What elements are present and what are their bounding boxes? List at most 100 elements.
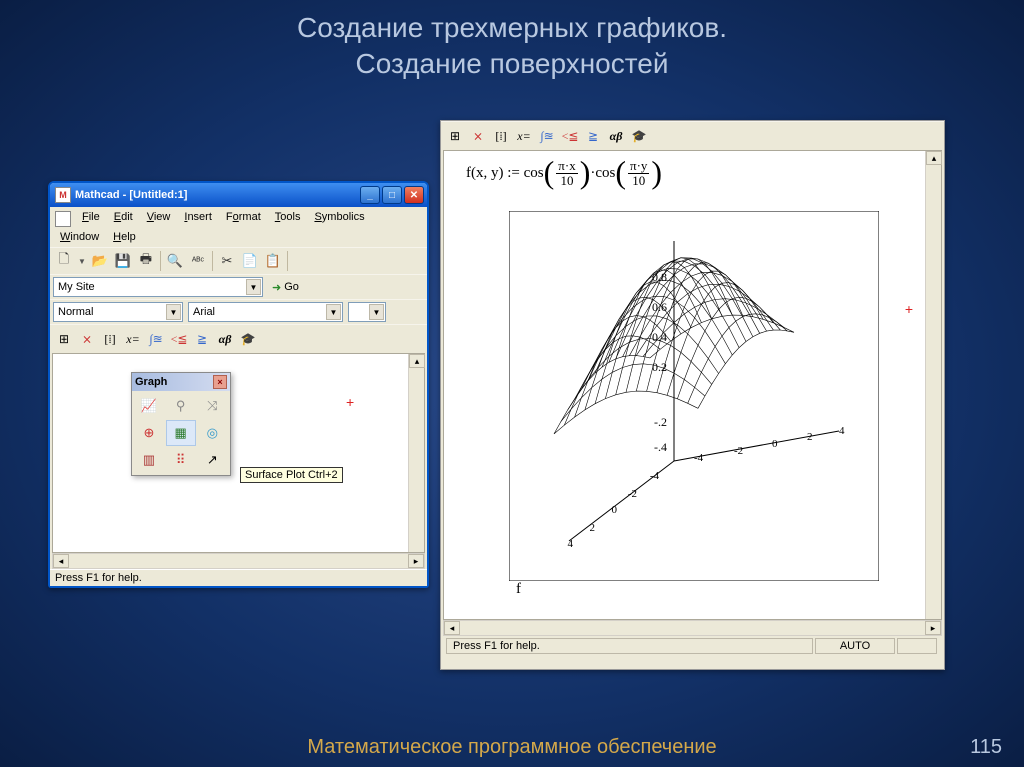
style-value: Normal	[58, 306, 93, 318]
cut-icon[interactable]: ✂	[216, 250, 238, 272]
boolean-icon[interactable]: <≦	[168, 328, 190, 350]
page-number: 115	[970, 736, 1002, 759]
window-title: Mathcad - [Untitled:1]	[75, 189, 187, 201]
paste-icon[interactable]: 📋	[262, 250, 284, 272]
close-icon[interactable]: ×	[213, 375, 227, 389]
symbolic-icon[interactable]: 🎓	[628, 125, 650, 147]
scroll-right-icon[interactable]: ▸	[408, 554, 424, 568]
style-combo[interactable]: Normal ▼	[53, 302, 183, 322]
scroll-left-icon[interactable]: ◂	[444, 621, 460, 635]
go-button[interactable]: ➜ Go	[267, 277, 304, 297]
boolean-icon[interactable]: <≦	[559, 125, 581, 147]
site-value: My Site	[58, 281, 95, 293]
surface-plot[interactable]: 0.8 0.6 0.4 0.2 -.2 -.4 -4 -2 0 2 4 -4 -…	[509, 211, 879, 581]
evaluation-icon[interactable]: x=	[122, 328, 144, 350]
math-palette-toolbar-right: ⊞ ⨯ [⁞] x= ∫≊ <≦ ≧ αβ 🎓	[441, 121, 944, 150]
menu-file[interactable]: File	[75, 209, 107, 229]
bar3d-plot-icon[interactable]: ▥	[134, 447, 164, 473]
scroll-up-icon[interactable]: ▴	[926, 151, 942, 165]
programming-icon[interactable]: ≧	[191, 328, 213, 350]
chevron-down-icon[interactable]: ▼	[326, 304, 341, 320]
svg-text:0: 0	[612, 504, 618, 516]
copy-icon[interactable]: 📄	[239, 250, 261, 272]
svg-text:0.6: 0.6	[652, 300, 667, 314]
chevron-down-icon[interactable]: ▼	[369, 304, 384, 320]
save-icon[interactable]: 💾	[112, 250, 134, 272]
xy-plot-icon[interactable]: 📈	[134, 393, 164, 419]
trace-icon[interactable]: ⤨	[197, 393, 227, 419]
vertical-scrollbar[interactable]: ▴	[925, 151, 941, 619]
new-icon[interactable]: 🗋	[53, 250, 75, 272]
svg-text:-.4: -.4	[654, 440, 667, 454]
symbolic-icon[interactable]: 🎓	[237, 328, 259, 350]
font-value: Arial	[193, 306, 215, 318]
svg-text:0: 0	[772, 438, 778, 450]
zoom-icon[interactable]: ⚲	[166, 393, 196, 419]
site-combo[interactable]: My Site ▼	[53, 277, 263, 297]
surface-plot-icon[interactable]: ▦	[166, 420, 196, 446]
close-button[interactable]: ✕	[404, 186, 424, 204]
greek-icon[interactable]: αβ	[214, 328, 236, 350]
cursor-crosshair-icon: +	[346, 394, 354, 410]
polar-plot-icon[interactable]: ⊕	[134, 420, 164, 446]
menu-format[interactable]: Format	[219, 209, 268, 229]
spellcheck-icon[interactable]: ᴬᴮᶜ	[187, 250, 209, 272]
chevron-down-icon[interactable]: ▼	[246, 279, 261, 295]
address-toolbar: My Site ▼ ➜ Go	[50, 274, 427, 299]
slide-title-line1: Создание трехмерных графиков.	[0, 10, 1024, 46]
svg-text:2: 2	[807, 431, 813, 443]
menu-window[interactable]: Window	[53, 229, 106, 245]
menu-view[interactable]: View	[140, 209, 178, 229]
scroll-up-icon[interactable]: ▴	[409, 354, 425, 368]
greek-icon[interactable]: αβ	[605, 125, 627, 147]
titlebar[interactable]: M Mathcad - [Untitled:1] _ □ ✕	[50, 183, 427, 207]
font-combo[interactable]: Arial ▼	[188, 302, 343, 322]
open-icon[interactable]: 📂	[89, 250, 111, 272]
menu-symbolics[interactable]: Symbolics	[307, 209, 371, 229]
maximize-button[interactable]: □	[382, 186, 402, 204]
svg-text:-2: -2	[628, 488, 637, 500]
menu-edit[interactable]: Edit	[107, 209, 140, 229]
menu-help[interactable]: Help	[106, 229, 143, 245]
plot-label: f	[516, 581, 521, 598]
svg-text:-2: -2	[734, 445, 743, 457]
tooltip: Surface Plot Ctrl+2	[240, 467, 343, 483]
graph-icon[interactable]: ⨯	[467, 125, 489, 147]
math-palette-toolbar: ⊞ ⨯ [⁞] x= ∫≊ <≦ ≧ αβ 🎓	[50, 324, 427, 353]
print-preview-icon[interactable]: 🔍	[164, 250, 186, 272]
evaluation-icon[interactable]: x=	[513, 125, 535, 147]
slide-footer: Математическое программное обеспечение	[0, 736, 1024, 759]
format-toolbar: Normal ▼ Arial ▼ ▼	[50, 299, 427, 324]
menubar: File Edit View Insert Format Tools Symbo…	[50, 207, 427, 247]
mathcad-plot-window: ⊞ ⨯ [⁞] x= ∫≊ <≦ ≧ αβ 🎓 f(x, y) := cos (…	[440, 120, 945, 670]
document-icon[interactable]	[55, 211, 71, 227]
scroll-left-icon[interactable]: ◂	[53, 554, 69, 568]
calculus-icon[interactable]: ∫≊	[536, 125, 558, 147]
minimize-button[interactable]: _	[360, 186, 380, 204]
status-text: Press F1 for help.	[55, 572, 142, 584]
graph-icon[interactable]: ⨯	[76, 328, 98, 350]
horizontal-scrollbar[interactable]: ◂ ▸	[443, 620, 942, 636]
menu-tools[interactable]: Tools	[268, 209, 308, 229]
vector-plot-icon[interactable]: ↗	[197, 447, 227, 473]
horizontal-scrollbar[interactable]: ◂ ▸	[52, 553, 425, 569]
chevron-down-icon[interactable]: ▼	[166, 304, 181, 320]
scatter3d-plot-icon[interactable]: ⠿	[166, 447, 196, 473]
print-icon[interactable]: 🖶	[135, 250, 157, 272]
vertical-scrollbar[interactable]: ▴	[408, 354, 424, 552]
matrix-icon[interactable]: [⁞]	[490, 125, 512, 147]
go-label: Go	[284, 281, 299, 293]
calculus-icon[interactable]: ∫≊	[145, 328, 167, 350]
worksheet-area-right[interactable]: f(x, y) := cos ( π·x10 ) ·cos ( π·y10 ) …	[443, 150, 942, 620]
svg-text:4: 4	[839, 425, 845, 437]
programming-icon[interactable]: ≧	[582, 125, 604, 147]
svg-text:-.2: -.2	[654, 415, 667, 429]
worksheet-area[interactable]: + Graph × 📈 ⚲ ⤨ ⊕ ▦ ◎ ▥ ⠿ ↗ Surface Plot…	[52, 353, 425, 553]
matrix-icon[interactable]: [⁞]	[99, 328, 121, 350]
calculator-icon[interactable]: ⊞	[444, 125, 466, 147]
scroll-right-icon[interactable]: ▸	[925, 621, 941, 635]
contour-plot-icon[interactable]: ◎	[197, 420, 227, 446]
calculator-icon[interactable]: ⊞	[53, 328, 75, 350]
size-combo[interactable]: ▼	[348, 302, 386, 322]
menu-insert[interactable]: Insert	[177, 209, 219, 229]
